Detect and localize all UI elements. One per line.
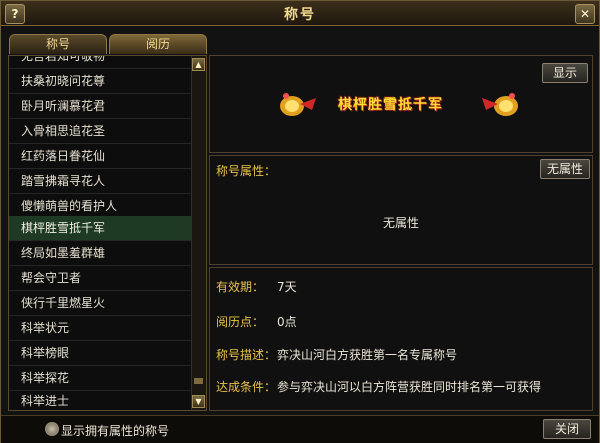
points-value: 0点: [277, 315, 297, 329]
list-item[interactable]: 卧月听澜慕花君: [9, 94, 191, 119]
scroll-down-icon[interactable]: ▼: [192, 395, 205, 408]
list-item-selected[interactable]: 棋枰胜雪抵千军: [9, 216, 191, 241]
list-item[interactable]: 红药落日眷花仙: [9, 144, 191, 169]
list-item[interactable]: 科举探花: [9, 366, 191, 391]
attributes-panel: 称号属性： 无属性 无属性: [209, 155, 593, 265]
list-item[interactable]: 科举进士: [9, 389, 191, 410]
footer-bar: 显示拥有属性的称号 关闭: [1, 415, 599, 443]
points-label: 阅历点：: [216, 315, 265, 329]
condition-value: 参与弈决山河以白方阵营获胜同时排名第一可获得: [277, 380, 542, 394]
show-owned-attributes-checkbox[interactable]: [45, 422, 59, 436]
validity-label: 有效期：: [216, 280, 265, 294]
banner-panel: 显示 棋枰胜雪抵千军: [209, 55, 593, 153]
list-item[interactable]: 帮会守卫者: [9, 266, 191, 291]
banner-right-icon: [482, 93, 518, 116]
list-item[interactable]: 入骨相思追花圣: [9, 119, 191, 144]
list-item[interactable]: 科举状元: [9, 316, 191, 341]
title-bar[interactable]: ? 称号 ✕: [1, 1, 599, 26]
show-button[interactable]: 显示: [542, 63, 588, 83]
condition-label: 达成条件：: [216, 380, 277, 394]
description-label: 称号描述：: [216, 348, 277, 362]
scroll-up-icon[interactable]: ▲: [192, 58, 205, 71]
title-list: 无言君知可敬物 扶桑初晓问花尊 卧月听澜慕花君 入骨相思追花圣 红药落日眷花仙 …: [8, 55, 207, 411]
checkbox-label: 显示拥有属性的称号: [61, 424, 170, 438]
banner-left-icon: [280, 93, 316, 116]
tab-experience[interactable]: 阅历: [109, 34, 207, 54]
list-item[interactable]: 扶桑初晓问花尊: [9, 69, 191, 94]
list-item[interactable]: 侠行千里燃星火: [9, 291, 191, 316]
banner-title: 棋枰胜雪抵千军: [338, 97, 443, 113]
details-panel: 有效期： 7天 阅历点： 0点 称号描述： 弈决山河白方获胜第一名专属称号 达成…: [209, 267, 593, 411]
attributes-header: 称号属性：: [216, 164, 277, 178]
title-window: ? 称号 ✕ 称号 阅历 无言君知可敬物 扶桑初晓问花尊 卧月听澜慕花君 入骨相…: [0, 0, 600, 443]
list-item[interactable]: 踏雪拂霜寻花人: [9, 169, 191, 194]
close-button[interactable]: 关闭: [543, 419, 591, 439]
tab-titles[interactable]: 称号: [9, 34, 107, 54]
no-attribute-button[interactable]: 无属性: [540, 159, 590, 179]
description-value: 弈决山河白方获胜第一名专属称号: [277, 348, 458, 362]
window-title: 称号: [284, 7, 316, 23]
list-item[interactable]: 无言君知可敬物: [9, 56, 191, 69]
validity-value: 7天: [277, 280, 297, 294]
scroll-thumb[interactable]: [194, 378, 203, 384]
attributes-value: 无属性: [382, 216, 419, 230]
close-icon[interactable]: ✕: [575, 4, 595, 24]
list-item[interactable]: 终局如墨羞群雄: [9, 241, 191, 266]
list-item[interactable]: 科举榜眼: [9, 341, 191, 366]
list-scrollbar[interactable]: ▲ ▼: [191, 56, 206, 410]
